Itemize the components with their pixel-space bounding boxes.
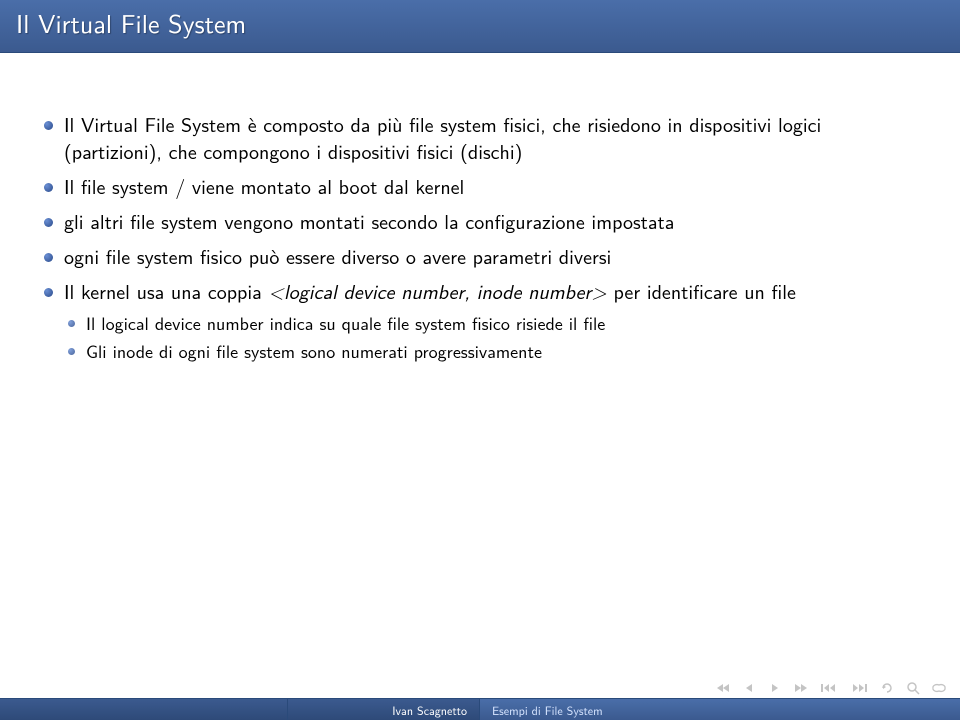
sub-bullet-text: Il logical device number indica su quale… (86, 309, 605, 336)
bullet-text: gli altri file system vengono montati se… (64, 207, 674, 236)
sub-bullet-item: Gli inode di ogni file system sono numer… (64, 339, 922, 363)
nav-last-icon[interactable] (790, 680, 812, 696)
bullet-item: Il Virtual File System è composto da più… (38, 111, 922, 165)
footer-talk-title: Esempi di File System (480, 699, 960, 720)
nav-prev-icon[interactable] (738, 680, 760, 696)
nav-next-icon[interactable] (764, 680, 786, 696)
bullet-item: gli altri file system vengono montati se… (38, 208, 922, 235)
bullet-suffix: per identificare un file (607, 277, 796, 306)
bullet-emph: <logical device number, inode number> (268, 277, 606, 306)
bullet-prefix: Il kernel usa una coppia (64, 277, 268, 306)
sub-bullet-item: Il logical device number indica su quale… (64, 311, 922, 335)
bullet-text: ogni file system fisico può essere diver… (64, 242, 611, 271)
slide-title: Il Virtual File System (0, 0, 960, 53)
nav-undo-icon[interactable] (876, 680, 898, 696)
nav-fwd-section-icon[interactable] (846, 680, 872, 696)
bullet-item: Il file system / viene montato al boot d… (38, 173, 922, 200)
nav-back-section-icon[interactable] (816, 680, 842, 696)
footer-spacer (0, 699, 288, 720)
nav-first-icon[interactable] (712, 680, 734, 696)
nav-search-icon[interactable] (902, 680, 924, 696)
footer-author: Ivan Scagnetto (288, 699, 480, 720)
nav-loop-icon[interactable] (928, 680, 950, 696)
sub-bullet-text: Gli inode di ogni file system sono numer… (86, 337, 542, 364)
bullet-text: Il Virtual File System è composto da più… (64, 110, 821, 166)
bullet-text: Il file system / viene montato al boot d… (64, 172, 464, 201)
bullet-item: ogni file system fisico può essere diver… (38, 243, 922, 270)
nav-controls (712, 680, 950, 696)
slide-body: Il Virtual File System è composto da più… (0, 53, 960, 432)
bullet-item: Il kernel usa una coppia <logical device… (38, 278, 922, 364)
footer-bar: Ivan Scagnetto Esempi di File System (0, 698, 960, 720)
